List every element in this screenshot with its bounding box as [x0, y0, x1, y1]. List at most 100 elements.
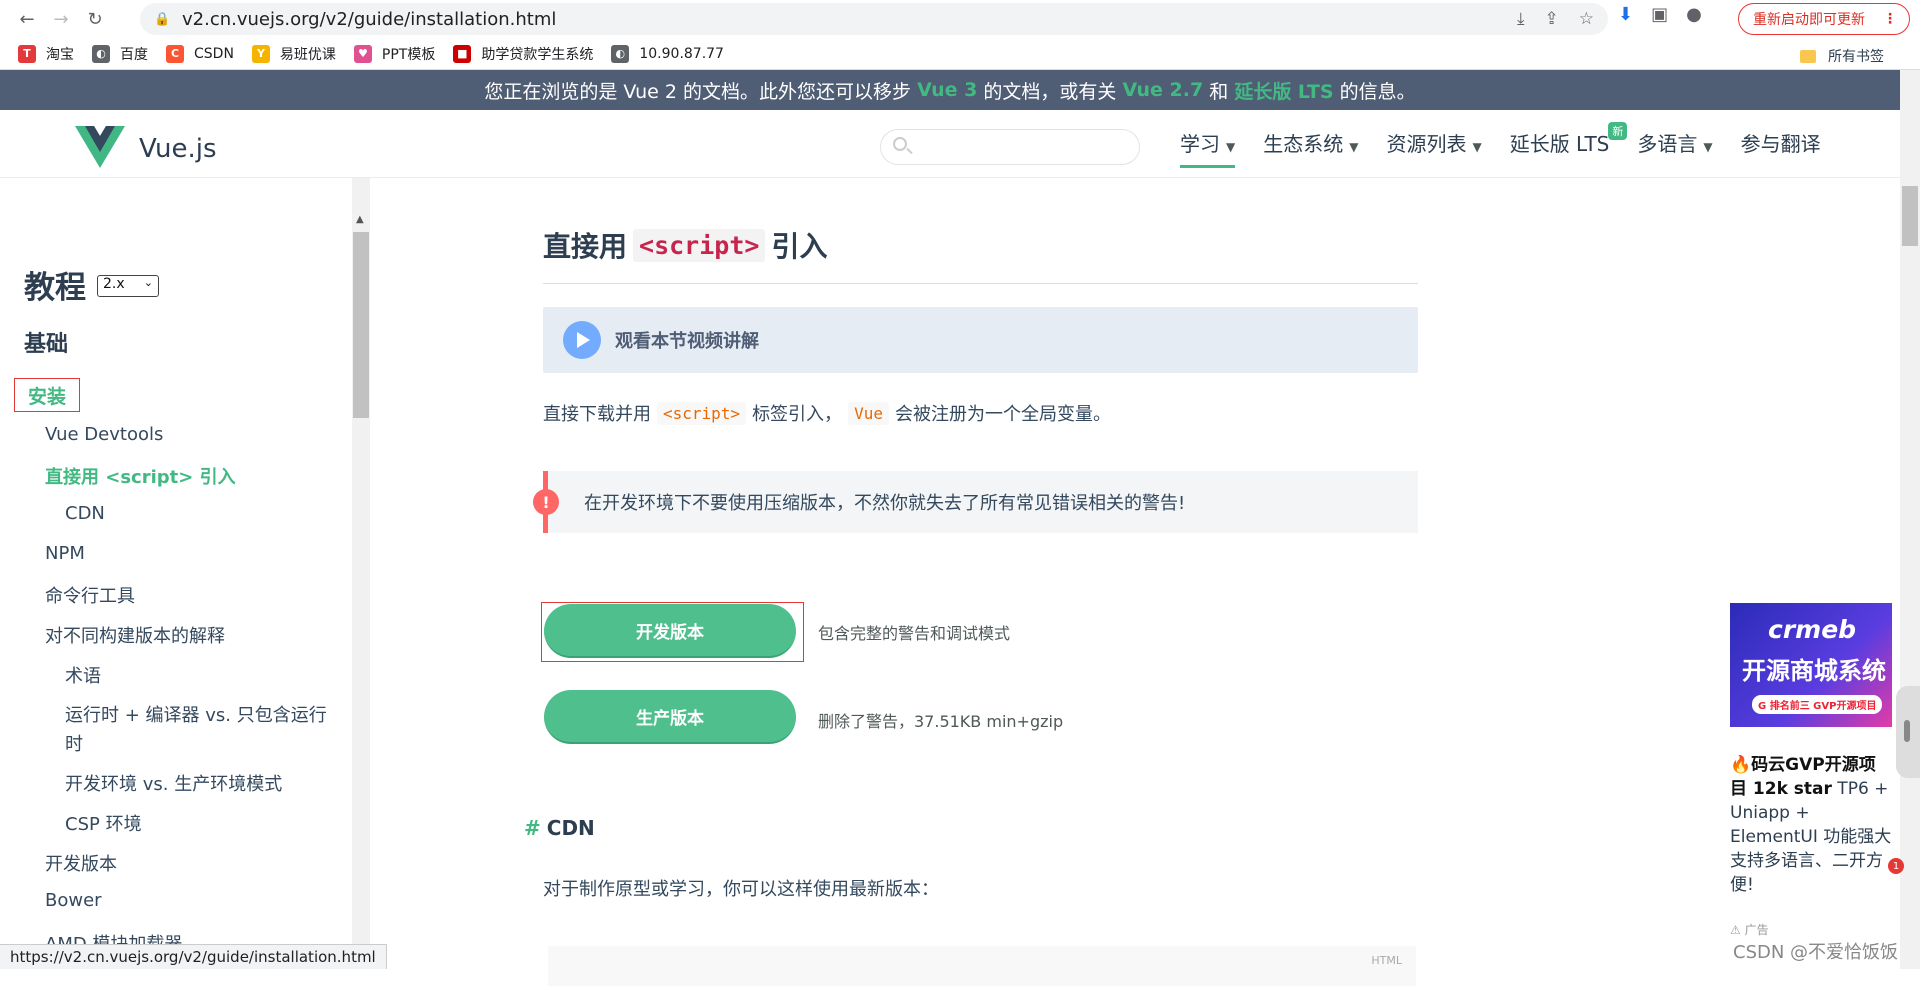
sidebar-link[interactable]: 术语 — [65, 662, 101, 688]
caret-down-icon: ▼ — [1703, 140, 1713, 154]
bookmark-item[interactable]: ■ 助学贷款学生系统 — [453, 44, 593, 64]
reload-icon[interactable]: ↻ — [80, 4, 110, 34]
bookmark-favicon-icon: ◐ — [92, 44, 110, 63]
nav-label: 多语言 — [1637, 132, 1698, 156]
bookmark-favicon-icon: ◐ — [611, 44, 630, 63]
bookmark-favicon-icon: C — [166, 44, 184, 63]
sidebar-scroll-thumb[interactable] — [353, 232, 369, 418]
bookmarks-bar: T 淘宝 ◐ 百度 C CSDN Y 易班优课 ♥ PPT模板 ■ 助学贷款学生系统 ◐ 10.90.87… — [0, 38, 1920, 70]
side-widget-handle[interactable] — [1896, 686, 1920, 778]
bookmark-item[interactable]: Y 易班优课 — [251, 44, 336, 64]
sidebar-link[interactable]: 开发版本 — [45, 850, 117, 876]
star-icon[interactable]: ☆ — [1579, 9, 1594, 29]
banner-text: 的文档，或有关 — [983, 80, 1117, 103]
para-text: 会被注册为一个全局变量。 — [894, 404, 1111, 425]
vue-logo-icon[interactable] — [75, 126, 125, 168]
sidebar-item-install[interactable]: 安装 — [14, 378, 80, 412]
chevron-down-icon: ⌄ — [143, 276, 153, 289]
banner-link-vue3[interactable]: Vue 3 — [917, 79, 977, 101]
page-scroll-thumb[interactable] — [1902, 186, 1918, 246]
tip-text: 在开发环境下不要使用压缩版本，不然你就失去了所有常见错误相关的警告! — [584, 493, 1186, 514]
caret-down-icon: ▼ — [1226, 140, 1236, 154]
nav-item[interactable]: 学习 ▼ — [1180, 128, 1236, 168]
sidebar-link[interactable]: 对不同构建版本的解释 — [45, 622, 225, 648]
sidebar-link[interactable]: Bower — [45, 890, 102, 911]
version-value: 2.x — [103, 276, 125, 292]
bookmark-favicon-icon: ■ — [453, 44, 472, 63]
sidebar-link[interactable]: Vue Devtools — [45, 424, 163, 445]
anchor-link[interactable]: # — [524, 816, 541, 840]
bookmark-item[interactable]: ◐ 百度 — [92, 44, 148, 64]
sidebar-link[interactable]: CSP 环境 — [65, 810, 142, 836]
download-icon[interactable]: ⬇ — [1618, 4, 1633, 25]
bookmark-item[interactable]: ◐ 10.90.87.77 — [611, 44, 724, 63]
video-banner[interactable]: 观看本节视频讲解 — [543, 307, 1418, 373]
cdn-paragraph: 对于制作原型或学习，你可以这样使用最新版本： — [543, 879, 939, 900]
scroll-up-icon[interactable]: ▲ — [356, 214, 364, 225]
ad-panel[interactable]: crmeb 开源商城系统 G 排名前三 GVP开源项目 🔥码云GVP开源项目 1… — [1730, 603, 1892, 938]
sidebar-link[interactable]: 时 — [65, 730, 83, 756]
bookmark-item[interactable]: C CSDN — [166, 44, 234, 63]
ad-image[interactable]: crmeb 开源商城系统 G 排名前三 GVP开源项目 — [1730, 603, 1892, 727]
side-panel-icon[interactable]: ▣ — [1651, 4, 1668, 25]
restart-update-button[interactable]: 重新启动即可更新 ⋮ — [1738, 3, 1910, 35]
bookmark-favicon-icon: ♥ — [353, 44, 372, 63]
inline-code: Vue — [848, 401, 889, 425]
sidebar-link[interactable]: 命令行工具 — [45, 582, 135, 608]
new-badge: 新 — [1608, 122, 1628, 140]
forward-icon[interactable]: → — [46, 4, 76, 34]
page-heading: 直接用 <script> 引入 — [543, 225, 827, 265]
video-label: 观看本节视频讲解 — [615, 331, 759, 352]
sidebar-link[interactable]: NPM — [45, 543, 85, 564]
banner-link-lts[interactable]: 延长版 LTS — [1234, 77, 1333, 104]
sidebar-title: 教程 — [24, 270, 86, 306]
banner-link-vue27[interactable]: Vue 2.7 — [1122, 79, 1203, 101]
sidebar-link[interactable]: 直接用 <script> 引入 — [45, 463, 236, 489]
lock-icon: 🔒 — [154, 12, 171, 27]
notification-badge[interactable]: 1 — [1888, 858, 1904, 874]
warning-tip: ! 在开发环境下不要使用压缩版本，不然你就失去了所有常见错误相关的警告! — [533, 471, 1418, 533]
back-icon[interactable]: ← — [12, 4, 42, 34]
bookmark-item[interactable]: ♥ PPT模板 — [353, 44, 435, 64]
ad-label-text: 广告 — [1744, 923, 1769, 937]
folder-icon — [1800, 49, 1816, 63]
install-icon[interactable]: ⤓ — [1517, 9, 1525, 29]
all-bookmarks[interactable]: 所有书签 — [1800, 46, 1884, 66]
dev-version-note: 包含完整的警告和调试模式 — [818, 624, 1011, 643]
inline-code: <script> — [657, 401, 747, 425]
brand-name[interactable]: Vue.js — [139, 134, 217, 164]
nav-item[interactable]: 资源列表 ▼ — [1386, 128, 1481, 168]
profile-icon[interactable]: ● — [1686, 4, 1702, 25]
sidebar-section: 基础 — [24, 332, 69, 357]
cdn-heading: # CDN — [524, 816, 595, 840]
watermark: CSDN @不爱恰饭饭 — [1733, 942, 1899, 963]
menu-icon: ⋮ — [1883, 11, 1897, 27]
nav-label: 参与翻译 — [1740, 132, 1821, 156]
sidebar-link[interactable]: CDN — [65, 503, 105, 524]
code-lang-label: HTML — [1371, 954, 1402, 967]
version-banner: 您正在浏览的是 Vue 2 的文档。此外您还可以移步 Vue 3 的文档，或有关… — [0, 70, 1900, 110]
bookmark-label: 淘宝 — [46, 46, 74, 63]
ad-text[interactable]: 🔥码云GVP开源项目 12k star TP6 + Uniapp + Eleme… — [1730, 753, 1892, 897]
nav-label: 生态系统 — [1263, 132, 1344, 156]
sidebar-link[interactable]: 运行时 + 编译器 vs. 只包含运行 — [65, 701, 327, 727]
prod-version-button[interactable]: 生产版本 — [544, 690, 796, 744]
heading-divider — [543, 283, 1418, 284]
dev-version-button[interactable]: 开发版本 — [544, 604, 796, 658]
version-select[interactable]: 2.x ⌄ — [97, 275, 159, 297]
ad-title: 开源商城系统 — [1742, 657, 1886, 685]
ad-logo-text: crmeb — [1768, 615, 1857, 644]
nav-item[interactable]: 生态系统 ▼ — [1263, 128, 1358, 168]
nav-item[interactable]: 延长版 LTS 新 — [1510, 122, 1628, 168]
nav-item[interactable]: 多语言 ▼ — [1637, 128, 1712, 168]
address-bar[interactable]: 🔒 v2.cn.vuejs.org/v2/guide/installation.… — [140, 3, 1608, 35]
sidebar-link[interactable]: 开发环境 vs. 生产环境模式 — [65, 770, 282, 796]
search-input[interactable] — [880, 129, 1140, 165]
warning-icon: ! — [533, 489, 559, 515]
cdn-heading-text: CDN — [546, 816, 595, 840]
share-icon[interactable]: ⇪ — [1545, 9, 1559, 29]
nav-item[interactable]: 参与翻译 — [1741, 128, 1821, 168]
intro-paragraph: 直接下载并用 <script> 标签引入， Vue 会被注册为一个全局变量。 — [543, 400, 1111, 426]
status-bar: https://v2.cn.vuejs.org/v2/guide/install… — [0, 944, 387, 969]
bookmark-item[interactable]: T 淘宝 — [18, 44, 74, 64]
